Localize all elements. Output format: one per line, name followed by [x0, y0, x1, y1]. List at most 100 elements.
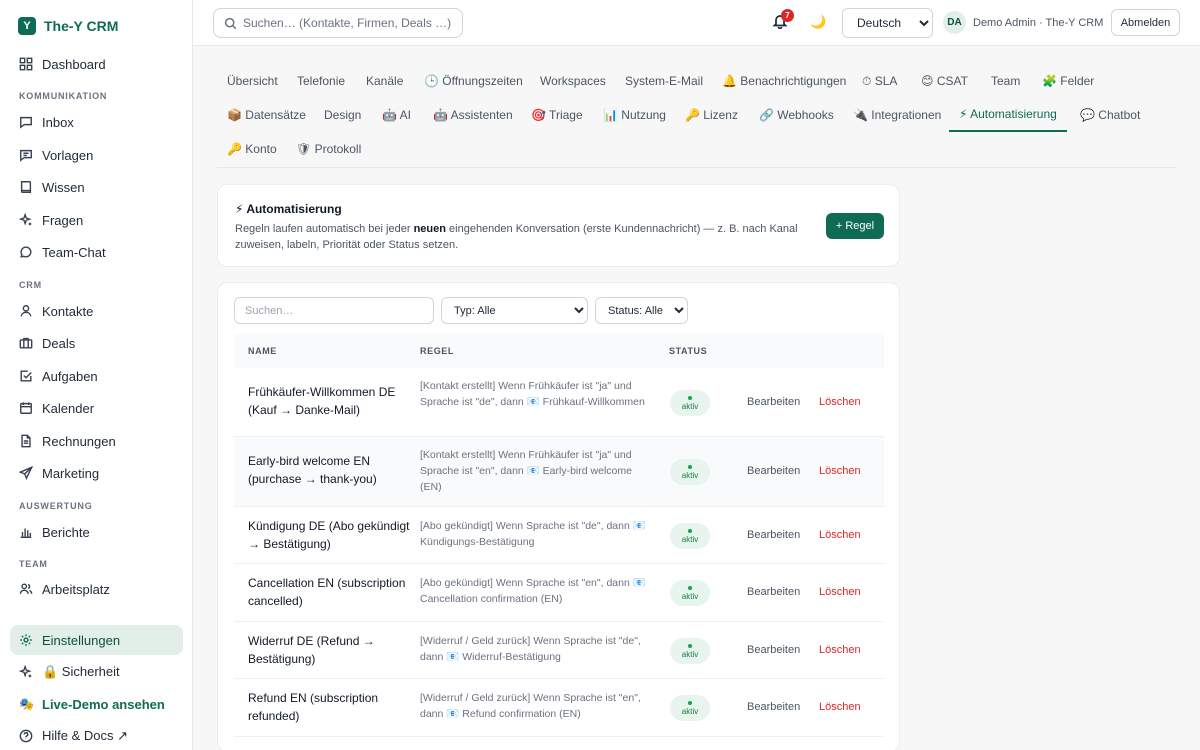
logout-button[interactable]: Abmelden	[1111, 9, 1180, 36]
tab-automation[interactable]: ⚡ Automatisierung	[949, 98, 1067, 132]
sidebar-item-team-chat[interactable]: Team-Chat	[10, 237, 183, 267]
edit-rule-button[interactable]: Bearbeiten	[747, 529, 800, 541]
gear-icon	[20, 634, 32, 646]
sidebar-item-security[interactable]: 🔒 Sicherheit	[10, 657, 183, 687]
rule-description: [Abo gekündigt] Wenn Sprache ist "de", d…	[420, 520, 646, 548]
column-header-status: STATUS	[669, 346, 708, 356]
tab-triage[interactable]: 🎯 Triage	[521, 98, 593, 132]
sidebar-item-tasks[interactable]: Aufgaben	[10, 361, 183, 391]
table-row[interactable]: Cancellation EN (subscription cancelled)…	[234, 564, 884, 622]
notification-count-badge: 7	[781, 9, 794, 22]
tab-records[interactable]: 📦 Datensätze	[217, 98, 316, 132]
sidebar-item-label: Deals	[42, 335, 76, 351]
tab-channels[interactable]: Kanäle	[356, 64, 413, 98]
sidebar-item-label: Einstellungen	[42, 632, 121, 648]
rules-search-input[interactable]	[234, 297, 434, 324]
status-badge: aktiv	[670, 580, 710, 606]
sidebar-item-invoices[interactable]: Rechnungen	[10, 426, 183, 456]
tab-usage[interactable]: 📊 Nutzung	[593, 98, 676, 132]
tab-log[interactable]: 🛡 Protokoll	[286, 132, 371, 166]
edit-rule-button[interactable]: Bearbeiten	[747, 701, 800, 713]
sidebar-item-settings[interactable]: Einstellungen	[10, 625, 183, 655]
tab-chatbot[interactable]: 💬 Chatbot	[1070, 98, 1150, 132]
tab-csat[interactable]: 😊 CSAT	[911, 64, 978, 98]
moon-icon[interactable]: 🌙	[810, 14, 826, 30]
sidebar-item-knowledge[interactable]: Wissen	[10, 172, 183, 202]
tab-account[interactable]: 🔑 Konto	[217, 132, 287, 166]
sidebar-item-templates[interactable]: Vorlagen	[10, 140, 183, 170]
table-row[interactable]: Early-bird welcome EN (purchase → thank-…	[234, 437, 884, 507]
add-rule-button[interactable]: + Regel	[826, 213, 884, 239]
table-row[interactable]: Frühkäufer-Willkommen DE (Kauf → Danke-M…	[234, 368, 884, 437]
tab-fields[interactable]: 🧩 Felder	[1032, 64, 1104, 98]
sidebar-item-label: Team-Chat	[42, 244, 106, 260]
status-filter-select[interactable]: Status: Alle	[595, 297, 688, 324]
tab-hours[interactable]: 🕒 Öffnungszeiten	[414, 64, 533, 98]
automation-info-card: ⚡ Automatisierung Regeln laufen automati…	[217, 184, 900, 267]
edit-rule-button[interactable]: Bearbeiten	[747, 396, 800, 408]
sidebar-item-label: 🔒 Sicherheit	[42, 664, 120, 679]
sidebar-item-inbox[interactable]: Inbox	[10, 107, 183, 137]
tab-license[interactable]: 🔑 Lizenz	[675, 98, 748, 132]
sidebar-item-contacts[interactable]: Kontakte	[10, 296, 183, 326]
tab-webhooks[interactable]: 🔗 Webhooks	[749, 98, 844, 132]
sparkle-icon	[19, 665, 32, 678]
tab-overview[interactable]: Übersicht	[217, 64, 288, 98]
edit-rule-button[interactable]: Bearbeiten	[747, 644, 800, 656]
rule-description: [Kontakt erstellt] Wenn Frühkäufer ist "…	[420, 449, 632, 493]
delete-rule-button[interactable]: Löschen	[819, 644, 861, 656]
language-select[interactable]: Deutsch	[842, 8, 933, 38]
edit-rule-button[interactable]: Bearbeiten	[747, 586, 800, 598]
table-header: NAME REGEL STATUS	[234, 334, 884, 368]
tab-assistants[interactable]: 🤖 Assistenten	[423, 98, 523, 132]
sidebar-item-deals[interactable]: Deals	[10, 328, 183, 358]
tab-integrations[interactable]: 🔌 Integrationen	[843, 98, 951, 132]
notifications-button[interactable]: 7	[772, 9, 794, 31]
column-header-rule: REGEL	[420, 346, 455, 356]
type-filter-select[interactable]: Typ: Alle	[441, 297, 588, 324]
table-row[interactable]: Refund EN (subscription refunded) [Wider…	[234, 679, 884, 737]
brand[interactable]: Y The-Y CRM	[18, 17, 118, 35]
sidebar-item-calendar[interactable]: Kalender	[10, 393, 183, 423]
status-dot	[688, 528, 692, 533]
calendar-icon	[20, 402, 32, 414]
sidebar-item-help[interactable]: Hilfe & Docs ↗	[10, 721, 183, 750]
tab-workspaces[interactable]: Workspaces	[530, 64, 616, 98]
rule-description: [Widerruf / Geld zurück] Wenn Sprache is…	[420, 635, 641, 663]
status-label: aktiv	[681, 649, 699, 659]
delete-rule-button[interactable]: Löschen	[819, 586, 861, 598]
tab-design[interactable]: Design	[314, 98, 371, 132]
delete-rule-button[interactable]: Löschen	[819, 465, 861, 477]
section-team: TEAM	[19, 559, 48, 569]
delete-rule-button[interactable]: Löschen	[819, 701, 861, 713]
tab-system-email[interactable]: System-E-Mail	[615, 64, 713, 98]
sidebar-item-questions[interactable]: Fragen	[10, 205, 183, 235]
tab-notifications[interactable]: 🔔 Benachrichtigungen	[712, 64, 856, 98]
edit-rule-button[interactable]: Bearbeiten	[747, 465, 800, 477]
tab-sla[interactable]: ⏱ SLA	[852, 64, 907, 98]
sidebar-item-reports[interactable]: Berichte	[10, 517, 183, 547]
tab-ai[interactable]: 🤖 AI	[372, 98, 421, 132]
sidebar-item-workplace[interactable]: Arbeitsplatz	[10, 574, 183, 604]
rule-description: [Abo gekündigt] Wenn Sprache ist "en", d…	[420, 577, 646, 605]
tab-telephony[interactable]: Telefonie	[287, 64, 355, 98]
sidebar-item-label: Wissen	[42, 179, 85, 195]
global-search-input[interactable]	[243, 16, 453, 30]
tab-team[interactable]: Team	[981, 64, 1030, 98]
table-row[interactable]: Kündigung DE (Abo gekündigt → Bestätigun…	[234, 507, 884, 564]
avatar[interactable]: DA	[943, 11, 966, 34]
table-row[interactable]: Widerruf DE (Refund → Bestätigung) [Wide…	[234, 622, 884, 679]
section-crm: CRM	[19, 280, 42, 290]
sidebar-item-dashboard[interactable]: Dashboard	[10, 49, 183, 79]
sidebar-item-marketing[interactable]: Marketing	[10, 458, 183, 488]
status-badge: aktiv	[670, 638, 710, 664]
grid-icon	[19, 57, 33, 71]
delete-rule-button[interactable]: Löschen	[819, 396, 861, 408]
status-label: aktiv	[681, 591, 699, 601]
search-icon	[224, 17, 237, 29]
sidebar-item-live-demo[interactable]: 🎭 Live-Demo ansehen	[10, 689, 183, 719]
delete-rule-button[interactable]: Löschen	[819, 529, 861, 541]
global-search[interactable]	[213, 8, 463, 38]
rule-description: [Kontakt erstellt] Wenn Frühkäufer ist "…	[420, 380, 645, 408]
status-label: aktiv	[681, 706, 699, 716]
